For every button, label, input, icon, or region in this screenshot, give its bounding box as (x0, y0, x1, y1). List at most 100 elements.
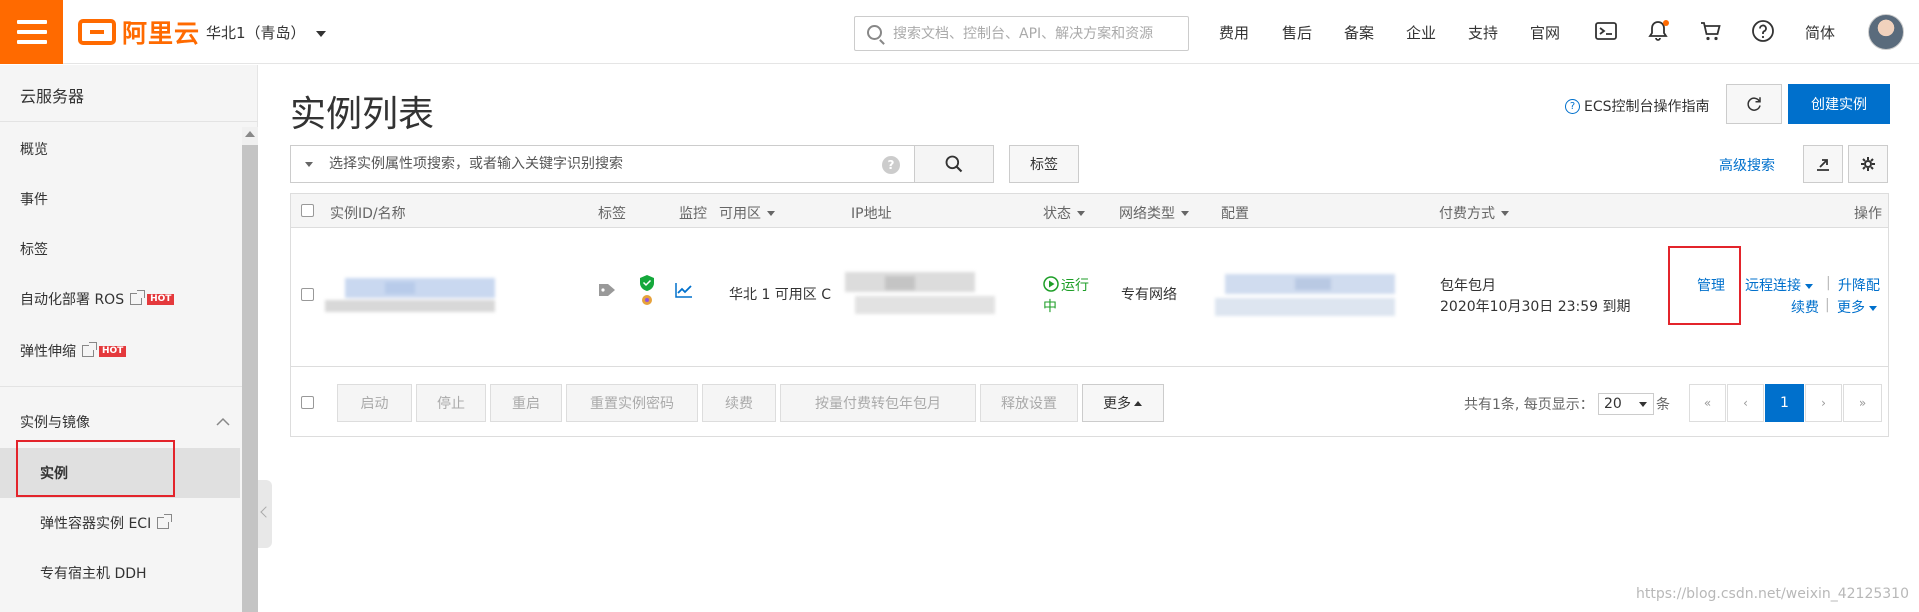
filter-dropdown-icon[interactable] (305, 162, 313, 167)
nav-fees[interactable]: 费用 (1219, 22, 1249, 43)
batch-more-button[interactable]: 更多 (1082, 384, 1164, 422)
col-zone[interactable]: 可用区 (719, 203, 775, 223)
convert-billing-label: 按量付费转包年包月 (815, 396, 941, 412)
refresh-button[interactable] (1726, 84, 1782, 124)
language-switch[interactable]: 简体 (1805, 22, 1835, 43)
sidebar-collapse-toggle[interactable] (258, 480, 272, 548)
chevron-down-icon (1869, 305, 1877, 311)
sidebar-group-instances-images[interactable]: 实例与镜像 (20, 412, 230, 432)
top-bar: 阿里云 华北1（青岛） 费用 售后 备案 企业 支持 官网 简体 (0, 0, 1919, 64)
sidebar: 云服务器 概览 事件 标签 自动化部署 ROS HOT 弹性伸缩 HOT 实例与… (0, 65, 258, 612)
region-label: 华北1（青岛） (206, 24, 306, 42)
sidebar-item-ros[interactable]: 自动化部署 ROS HOT (20, 289, 175, 309)
terminal-icon[interactable] (1594, 19, 1618, 43)
convert-billing-button[interactable]: 按量付费转包年包月 (780, 384, 976, 422)
region-selector[interactable]: 华北1（青岛） (206, 22, 326, 43)
col-billing[interactable]: 付费方式 (1439, 203, 1509, 223)
row-checkbox[interactable] (301, 288, 314, 301)
last-page-button[interactable]: » (1843, 384, 1882, 422)
help-icon[interactable] (1751, 19, 1775, 43)
first-page-button[interactable]: « (1689, 384, 1726, 422)
create-instance-button[interactable]: 创建实例 (1788, 84, 1890, 124)
caret-up-icon (1134, 401, 1142, 406)
sidebar-scrollbar-thumb[interactable] (242, 145, 258, 612)
ecs-guide-link[interactable]: ? ECS控制台操作指南 (1565, 96, 1710, 116)
batch-renew-label: 续费 (725, 396, 753, 412)
pagination-summary: 共有1条, 每页显示： (1464, 397, 1594, 413)
ops-separator: | (1825, 297, 1830, 313)
row-expiry: 2020年10月30日 23:59 到期 (1440, 299, 1631, 315)
more-ops-link[interactable]: 更多 (1837, 297, 1877, 317)
menu-icon[interactable] (0, 0, 63, 64)
filter-input[interactable] (329, 154, 869, 174)
bell-icon[interactable] (1646, 19, 1670, 43)
instance-filter[interactable]: ? (290, 145, 915, 183)
pagination-unit: 条 (1656, 397, 1670, 413)
sidebar-item-label: 事件 (20, 192, 48, 208)
settings-button[interactable] (1848, 145, 1888, 183)
batch-renew-button[interactable]: 续费 (702, 384, 776, 422)
sidebar-item-eci[interactable]: 弹性容器实例 ECI (40, 513, 173, 533)
search-icon (945, 155, 963, 173)
cart-icon[interactable] (1699, 19, 1723, 43)
sidebar-title: 云服务器 (20, 87, 85, 106)
page-1-button[interactable]: 1 (1765, 384, 1804, 422)
more-ops-label: 更多 (1837, 300, 1865, 316)
batch-select-checkbox[interactable] (301, 396, 314, 409)
tag-filter-button[interactable]: 标签 (1009, 145, 1079, 183)
sidebar-item-tags[interactable]: 标签 (20, 239, 48, 259)
scroll-up-arrow-icon[interactable] (245, 131, 255, 137)
release-settings-button[interactable]: 释放设置 (980, 384, 1078, 422)
tag-filter-label: 标签 (1030, 157, 1058, 173)
col-network-label: 网络类型 (1119, 206, 1175, 222)
hot-badge: HOT (147, 293, 175, 305)
resize-link[interactable]: 升降配 (1838, 275, 1880, 295)
hot-badge: HOT (99, 345, 127, 357)
next-page-button[interactable]: › (1805, 384, 1842, 422)
avatar[interactable] (1868, 14, 1904, 50)
batch-stop-button[interactable]: 停止 (416, 384, 486, 422)
filter-help-icon[interactable]: ? (882, 156, 900, 174)
external-link-icon (157, 514, 173, 529)
logo-text: 阿里云 (122, 19, 201, 48)
nav-support[interactable]: 支持 (1468, 22, 1498, 43)
batch-start-button[interactable]: 启动 (337, 384, 412, 422)
col-instance-id: 实例ID/名称 (330, 206, 406, 222)
monitor-chart-icon[interactable] (675, 282, 693, 298)
remote-connect-link[interactable]: 远程连接 (1745, 275, 1813, 295)
prev-page-button[interactable]: ‹ (1727, 384, 1764, 422)
filter-search-button[interactable] (914, 145, 994, 183)
row-network: 专有网络 (1121, 287, 1177, 303)
advanced-search-link[interactable]: 高级搜索 (1719, 155, 1775, 175)
sidebar-item-ddh[interactable]: 专有宿主机 DDH (40, 563, 147, 583)
col-network[interactable]: 网络类型 (1119, 203, 1189, 223)
sidebar-item-label: 弹性容器实例 ECI (40, 516, 152, 532)
reset-password-button[interactable]: 重置实例密码 (566, 384, 698, 422)
renew-link[interactable]: 续费 (1791, 297, 1819, 317)
nav-after-sales[interactable]: 售后 (1282, 22, 1312, 43)
page-size-value: 20 (1604, 396, 1622, 412)
global-search[interactable] (854, 16, 1189, 51)
tag-icon[interactable] (598, 282, 618, 298)
page-size-select[interactable]: 20 (1598, 393, 1654, 415)
release-settings-label: 释放设置 (1001, 396, 1057, 412)
select-all-checkbox[interactable] (301, 204, 314, 217)
sidebar-item-overview[interactable]: 概览 (20, 139, 48, 159)
global-search-input[interactable] (893, 22, 1183, 45)
col-status[interactable]: 状态 (1043, 203, 1085, 223)
batch-restart-button[interactable]: 重启 (490, 384, 562, 422)
sidebar-item-label: 标签 (20, 242, 48, 258)
nav-filing[interactable]: 备案 (1344, 22, 1374, 43)
row-status-cont: 中 (1043, 299, 1057, 315)
aliyun-logo[interactable]: 阿里云 (78, 15, 200, 49)
row-divider (291, 366, 1888, 367)
nav-official-site[interactable]: 官网 (1530, 22, 1560, 43)
sidebar-item-events[interactable]: 事件 (20, 189, 48, 209)
chevron-up-icon (216, 417, 230, 426)
export-button[interactable] (1803, 145, 1843, 183)
sidebar-item-autoscaling[interactable]: 弹性伸缩 HOT (20, 341, 127, 361)
nav-enterprise[interactable]: 企业 (1406, 22, 1436, 43)
col-tag: 标签 (598, 206, 626, 222)
sidebar-divider (0, 121, 258, 122)
prev-page-glyph: ‹ (1743, 396, 1748, 410)
